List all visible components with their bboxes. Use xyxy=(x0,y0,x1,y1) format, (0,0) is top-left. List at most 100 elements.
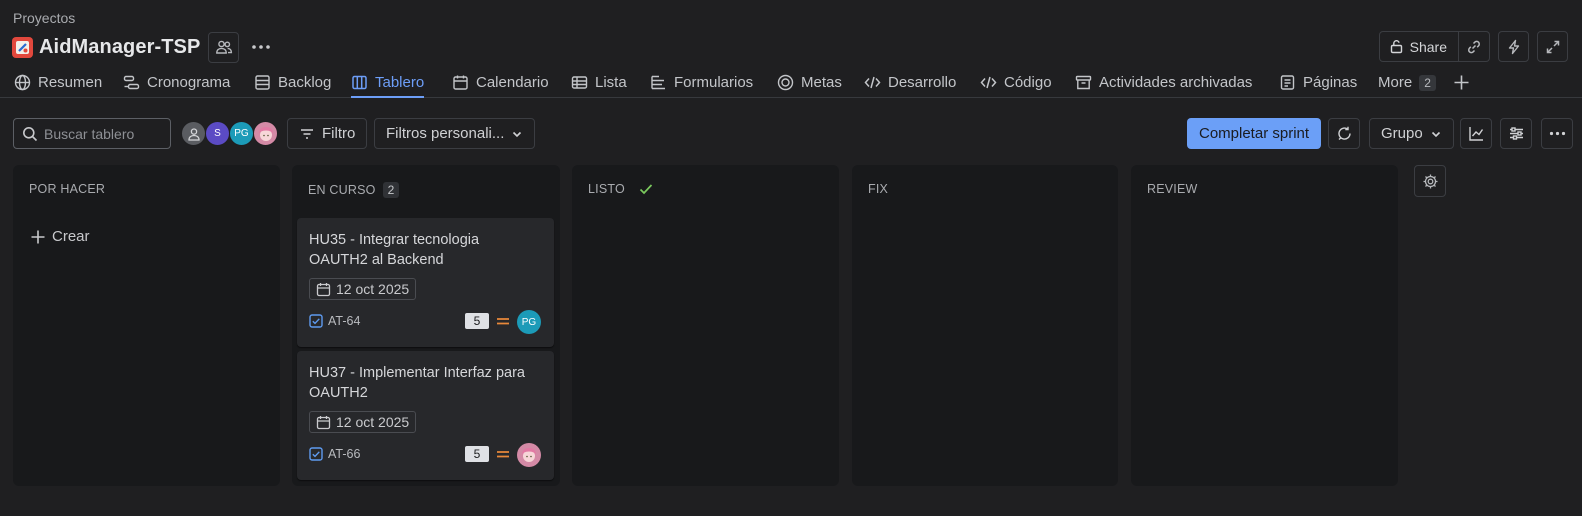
tab-label: More xyxy=(1378,74,1413,91)
priority-medium-icon xyxy=(497,451,509,458)
column-title: LISTO xyxy=(588,182,625,196)
assignee-avatar[interactable] xyxy=(517,443,541,467)
expand-icon xyxy=(1546,40,1559,53)
column-header: LISTO xyxy=(588,182,654,196)
chevron-down-icon xyxy=(1431,131,1440,137)
avatar[interactable]: PG xyxy=(229,121,254,146)
ellipsis-icon xyxy=(252,45,270,49)
search-input[interactable]: Buscar tablero xyxy=(13,118,171,149)
issue-card[interactable]: HU37 - Implementar Interfaz para OAUTH2 … xyxy=(297,351,554,480)
tab-lista[interactable]: Lista xyxy=(571,68,627,97)
calendar-icon xyxy=(453,75,468,90)
sprint-feedback-button[interactable] xyxy=(1328,118,1360,149)
people-icon xyxy=(216,40,233,54)
tab-paginas[interactable]: Páginas xyxy=(1279,68,1357,97)
custom-filters-dropdown[interactable]: Filtros personali... xyxy=(374,118,536,149)
project-logo-icon xyxy=(12,36,33,58)
search-placeholder: Buscar tablero xyxy=(44,125,135,142)
add-tab-button[interactable] xyxy=(1453,68,1470,97)
tab-cronograma[interactable]: Cronograma xyxy=(123,68,230,97)
avatar[interactable] xyxy=(253,121,278,146)
tab-metas[interactable]: Metas xyxy=(777,68,842,97)
assignee-avatar[interactable]: PG xyxy=(517,310,541,334)
sliders-icon xyxy=(1509,127,1523,140)
list-icon xyxy=(571,76,588,89)
timeline-icon xyxy=(123,75,140,90)
filter-icon xyxy=(301,128,313,139)
link-icon xyxy=(1468,40,1480,53)
filter-button[interactable]: Filtro xyxy=(287,118,368,149)
board-column-en-curso: EN CURSO 2 HU35 - Integrar tecnologia OA… xyxy=(292,165,560,486)
more-actions-button[interactable] xyxy=(245,32,276,63)
complete-sprint-label: Completar sprint xyxy=(1199,125,1310,142)
tab-label: Calendario xyxy=(476,74,549,91)
tab-label: Backlog xyxy=(278,74,332,91)
tab-resumen[interactable]: Resumen xyxy=(14,68,102,97)
story-points-badge: 5 xyxy=(465,446,489,462)
member-avatars: S PG xyxy=(181,121,278,146)
column-title: EN CURSO xyxy=(308,183,376,197)
assignee-initials: PG xyxy=(521,316,537,328)
issue-card[interactable]: HU35 - Integrar tecnologia OAUTH2 al Bac… xyxy=(297,218,554,347)
tab-more[interactable]: More 2 xyxy=(1378,68,1436,97)
column-header: POR HACER xyxy=(29,182,105,196)
issue-key[interactable]: AT-64 xyxy=(309,314,360,328)
board-more-button[interactable] xyxy=(1541,118,1573,149)
avatar[interactable]: S xyxy=(205,121,230,146)
tab-tablero[interactable]: Tablero xyxy=(351,68,425,98)
avatar-illustration-icon xyxy=(522,448,536,462)
code-icon xyxy=(864,76,881,89)
tab-label: Código xyxy=(1004,74,1052,91)
team-button[interactable] xyxy=(208,31,240,63)
view-settings-button[interactable] xyxy=(1500,118,1532,149)
automation-button[interactable] xyxy=(1498,31,1529,62)
user-icon xyxy=(187,127,200,141)
tab-calendario[interactable]: Calendario xyxy=(452,68,549,97)
avatar[interactable] xyxy=(181,121,206,146)
task-checkbox-icon xyxy=(309,314,323,328)
due-date: 12 oct 2025 xyxy=(336,281,410,297)
ellipsis-icon xyxy=(1549,131,1565,136)
due-date-chip[interactable]: 12 oct 2025 xyxy=(309,278,417,300)
refresh-bubble-icon xyxy=(1337,126,1351,141)
forms-icon xyxy=(651,75,665,90)
column-header: EN CURSO 2 xyxy=(308,182,400,198)
avatar-illustration-icon xyxy=(258,126,273,141)
group-dropdown[interactable]: Grupo xyxy=(1369,118,1454,149)
chart-icon xyxy=(1468,127,1483,141)
checkmark-icon xyxy=(639,184,653,195)
issue-key[interactable]: AT-66 xyxy=(309,447,360,461)
avatar-initials: PG xyxy=(234,128,249,139)
board-column-review: REVIEW xyxy=(1131,165,1398,486)
board-settings-button[interactable] xyxy=(1414,165,1446,197)
board-column-listo: LISTO xyxy=(572,165,839,486)
project-header: AidManager-TSP xyxy=(12,31,276,63)
tab-codigo[interactable]: Código xyxy=(980,68,1052,97)
group-label: Grupo xyxy=(1381,125,1423,142)
tab-actividades-archivadas[interactable]: Actividades archivadas xyxy=(1075,68,1252,97)
column-title: REVIEW xyxy=(1147,182,1198,196)
share-label: Share xyxy=(1409,38,1447,55)
globe-icon xyxy=(14,74,31,91)
share-button[interactable]: Share xyxy=(1378,31,1459,62)
lightning-icon xyxy=(1508,39,1519,54)
complete-sprint-button[interactable]: Completar sprint xyxy=(1187,118,1322,149)
breadcrumb[interactable]: Proyectos xyxy=(13,10,75,26)
tab-backlog[interactable]: Backlog xyxy=(254,68,331,97)
insights-button[interactable] xyxy=(1460,118,1492,149)
tab-label: Desarrollo xyxy=(888,74,957,91)
tab-formularios[interactable]: Formularios xyxy=(650,68,753,97)
custom-filters-label: Filtros personali... xyxy=(386,125,505,142)
plus-icon xyxy=(1454,75,1469,90)
tab-label: Cronograma xyxy=(147,74,231,91)
backlog-icon xyxy=(255,75,270,90)
tab-label: Metas xyxy=(801,74,842,91)
archive-icon xyxy=(1075,75,1092,90)
tab-desarrollo[interactable]: Desarrollo xyxy=(864,68,956,97)
copy-link-button[interactable] xyxy=(1459,31,1490,62)
fullscreen-button[interactable] xyxy=(1537,31,1568,62)
create-label: Crear xyxy=(52,228,90,245)
create-issue-button[interactable]: Crear xyxy=(30,228,90,245)
column-title: POR HACER xyxy=(29,182,106,196)
due-date-chip[interactable]: 12 oct 2025 xyxy=(309,411,417,433)
